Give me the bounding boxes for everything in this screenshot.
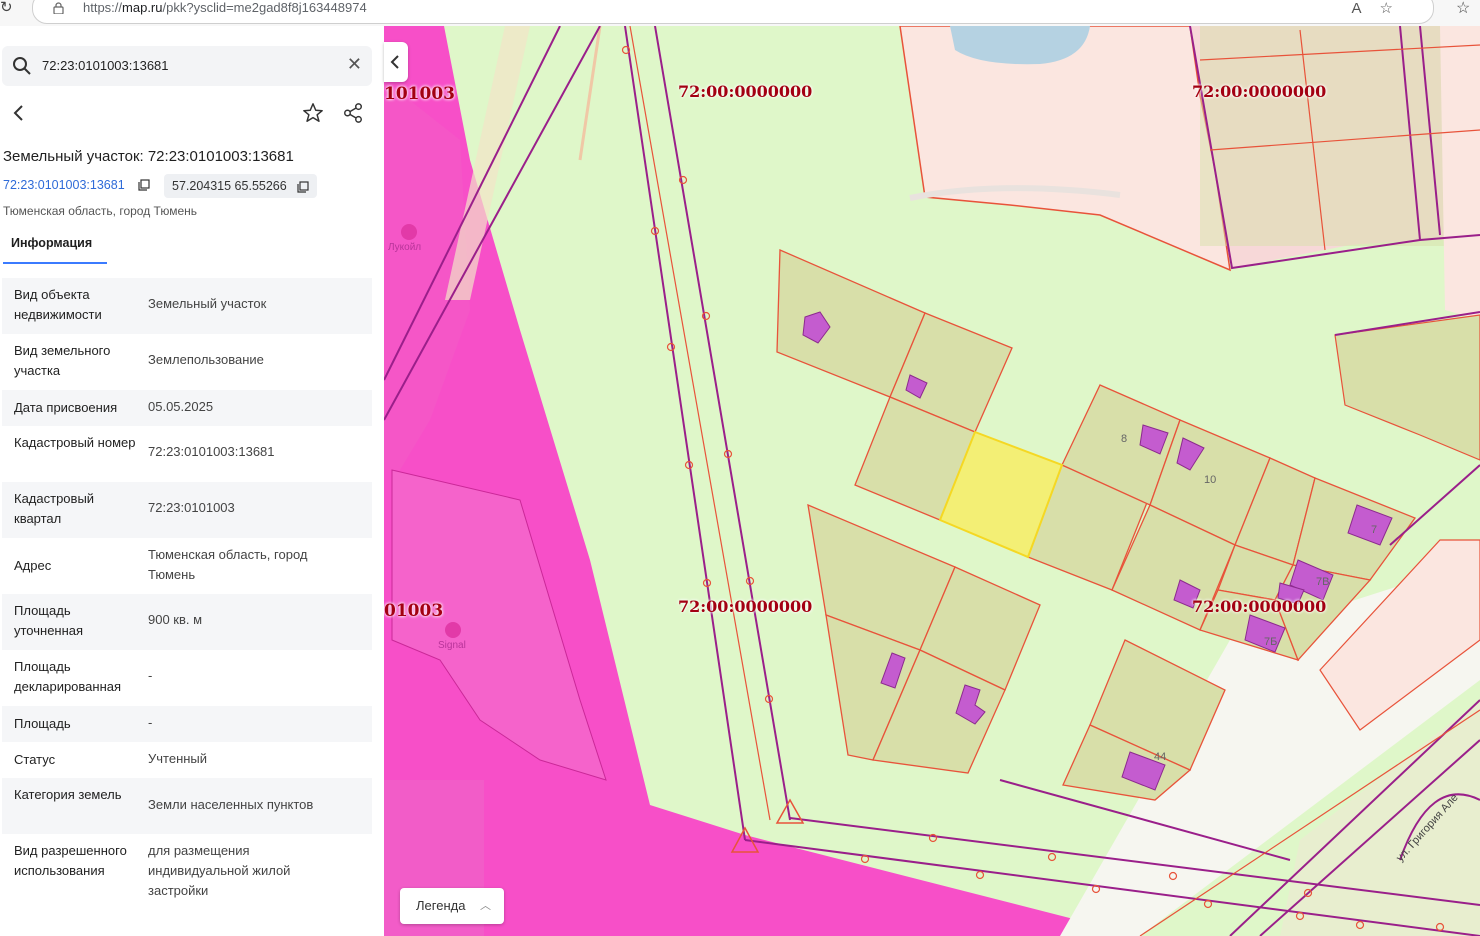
info-value: 72:23:0101003:13681 [148,444,275,459]
info-value: Земельный участок [148,296,267,311]
info-key: Вид разрешенного использования [14,843,127,878]
search-bar[interactable]: 72:23:0101003:13681 ✕ [2,46,372,86]
info-key: Кадастровый номер [14,435,136,450]
info-value: - [148,668,153,683]
search-icon[interactable] [12,56,32,76]
quarter-label: 72:00:0000000 [1192,82,1327,101]
info-value: Землепользование [148,352,264,367]
panel-footer [0,898,384,936]
quarter-label: 72:00:0000000 [678,597,813,616]
info-row: Статус Учтенный [2,742,372,778]
info-key: Статус [14,752,56,767]
search-input[interactable]: 72:23:0101003:13681 [42,58,169,73]
star-icon[interactable] [302,102,324,124]
info-key: Площадь [14,716,71,731]
info-key: Площадь декларированная [14,659,122,694]
cadastral-number-link[interactable]: 72:23:0101003:13681 [3,178,125,192]
cadastral-map[interactable]: 101003 72:00:0000000 72:00:0000000 01003… [384,26,1480,936]
active-tab-indicator [3,262,107,264]
info-value: Земли населенных пунктов [148,797,314,812]
coordinates-badge[interactable]: 57.204315 65.55266 [164,174,317,198]
reload-icon[interactable]: ↻ [0,0,13,16]
plot-number: 7Б [1264,636,1278,648]
legend-label: Легенда [416,898,466,913]
favorite-icon[interactable]: ☆ [1380,0,1411,17]
info-value: - [148,715,153,730]
plot-number: 7В [1316,576,1330,588]
info-row: Адрес Тюменская область, город Тюмень [2,538,372,594]
poi-label: Signal [438,640,466,651]
read-aloud-icon[interactable]: A [1352,0,1380,17]
info-key: Дата присвоения [14,400,118,415]
plot-number: 44 [1154,751,1167,763]
info-row: Вид разрешенного использования для размещ… [2,834,372,900]
quarter-label: 101003 [384,84,455,104]
info-value: 05.05.2025 [148,399,214,414]
info-key: Адрес [14,558,52,573]
info-value: для размещения индивидуальной жилой заст… [148,843,291,898]
info-key: Кадастровый квартал [14,491,95,526]
info-row: Дата присвоения 05.05.2025 [2,390,372,426]
plot-number: 10 [1204,474,1217,486]
browser-toolbar: ↻ https://map.ru/pkk?ysclid=me2gad8f8j16… [0,0,1480,27]
legend-button[interactable]: Легенда ︿ [400,888,504,924]
map-canvas[interactable] [384,26,1480,936]
page-title: Земельный участок: 72:23:0101003:13681 [3,148,294,165]
tab-information[interactable]: Информация [3,236,107,264]
info-row: Кадастровый номер 72:23:0101003:13681 [2,426,372,482]
info-value: Учтенный [148,751,208,766]
info-key: Площадь уточненная [14,603,84,638]
info-row: Вид земельного участка Землепользование [2,334,372,390]
info-key: Вид земельного участка [14,343,111,378]
address-bar[interactable]: https://map.ru/pkk?ysclid=me2gad8f8j1634… [32,0,1434,24]
info-value: 900 кв. м [148,612,203,627]
info-row: Категория земель Земли населенных пунктов [2,778,372,834]
info-value: 72:23:0101003 [148,500,235,515]
quarter-label: 01003 [384,601,444,621]
plot-number: 8 [1121,433,1128,445]
info-row: Площадь - [2,706,372,742]
info-row: Площадь уточненная 900 кв. м [2,594,372,650]
plot-number: 7 [1371,524,1378,536]
close-icon[interactable]: ✕ [347,54,362,75]
region-text: Тюменская область, город Тюмень [3,204,198,218]
coordinates-text: 57.204315 65.55266 [172,179,287,193]
info-row: Кадастровый квартал 72:23:0101003 [2,482,372,538]
lock-icon[interactable] [53,2,64,14]
chevron-left-icon[interactable] [384,42,408,82]
quarter-label: 72:00:0000000 [678,82,813,101]
quarter-label: 72:00:0000000 [1192,597,1327,616]
favorites-bar-icon[interactable]: ☆ [1456,0,1470,18]
info-panel: 72:23:0101003:13681 ✕ Земельный участок:… [0,26,384,936]
info-row: Вид объекта недвижимости Земельный участо… [2,278,372,334]
info-key: Вид объекта недвижимости [14,287,102,322]
info-value: Тюменская область, город Тюмень [148,547,308,582]
info-row: Площадь декларированная - [2,650,372,706]
copy-icon[interactable] [297,181,309,193]
poi-label: Лукойл [388,242,422,253]
share-icon[interactable] [342,102,364,124]
copy-icon[interactable] [138,179,150,191]
back-arrow-icon[interactable] [6,100,32,126]
info-key: Категория земель [14,787,122,802]
chevron-up-icon: ︿ [480,900,491,912]
collapse-panel-button[interactable] [384,42,408,82]
address-url[interactable]: https://map.ru/pkk?ysclid=me2gad8f8j1634… [83,0,367,15]
